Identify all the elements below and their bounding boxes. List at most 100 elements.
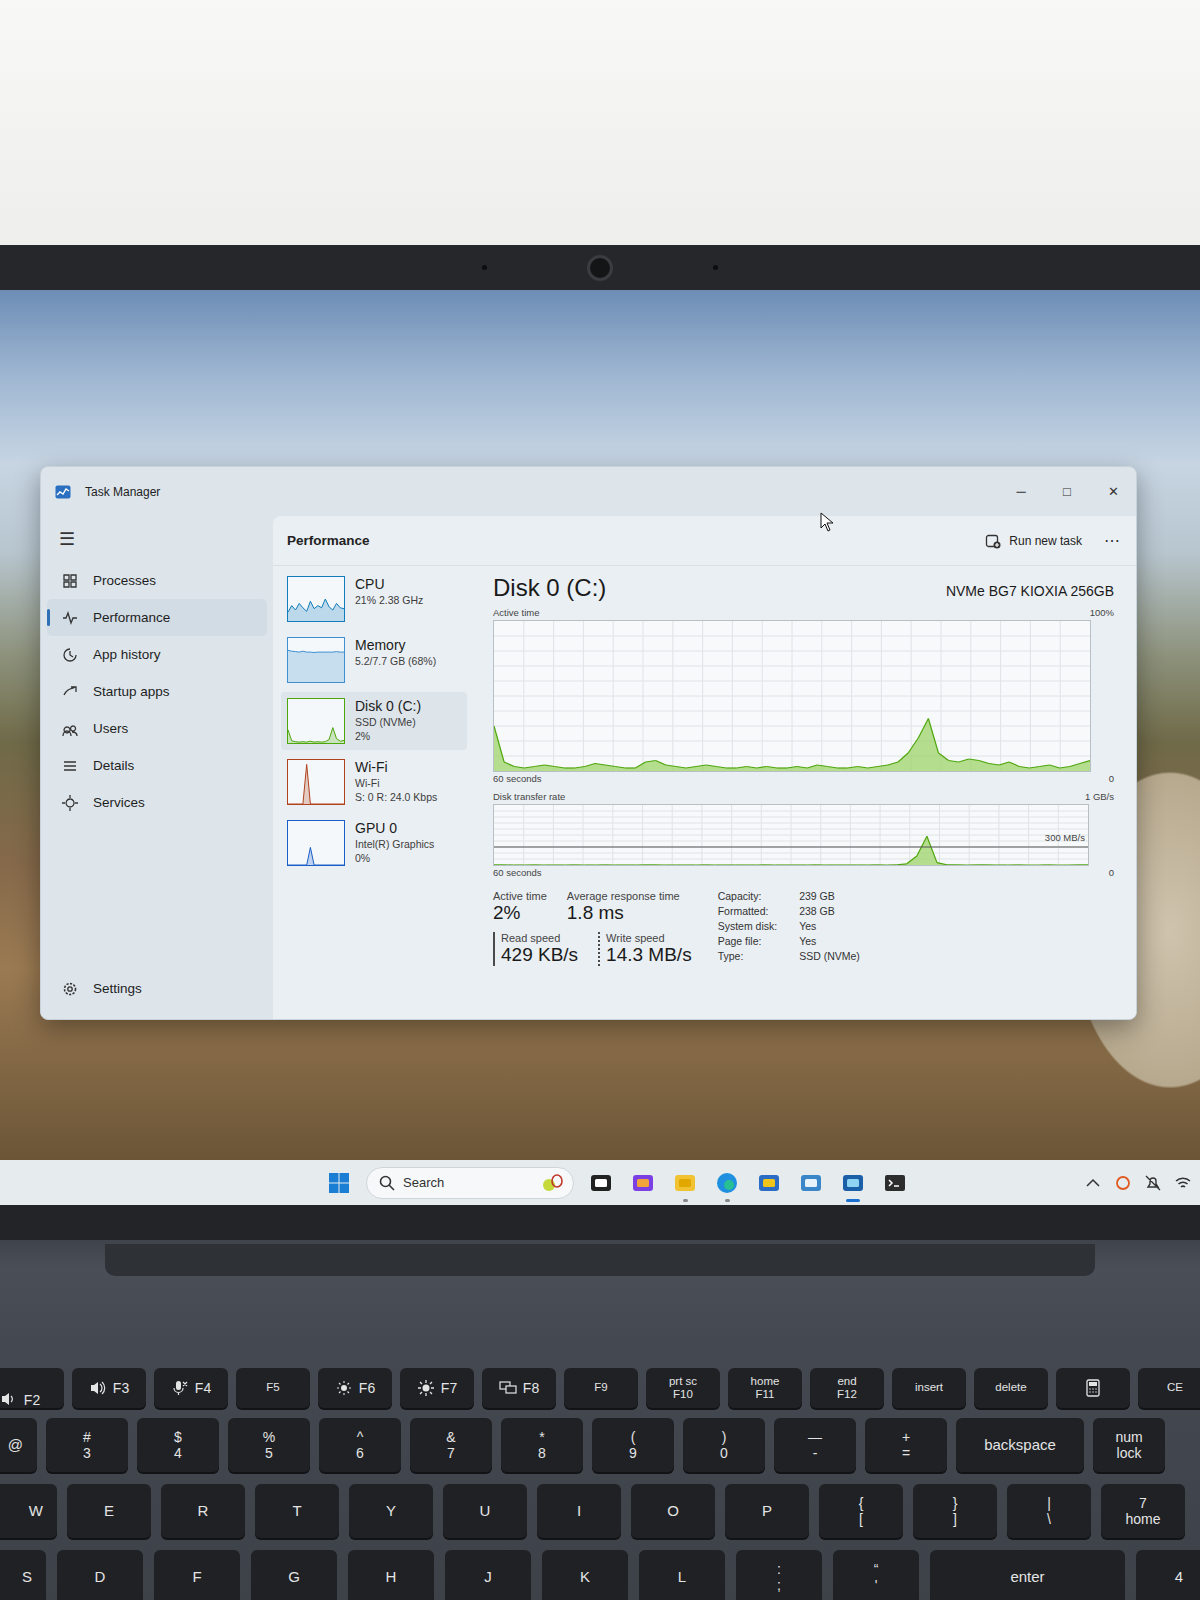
keyboard-key[interactable]: 4 [1136, 1550, 1200, 1600]
keyboard-key[interactable]: homeF11 [728, 1368, 802, 1408]
keyboard-key[interactable]: delete [974, 1368, 1048, 1408]
run-task-icon [985, 533, 1001, 549]
settings-button[interactable]: Settings [47, 970, 267, 1007]
maximize-button[interactable]: □ [1044, 478, 1090, 505]
keyboard-key[interactable]: U [443, 1484, 527, 1538]
keyboard-key[interactable]: Y [349, 1484, 433, 1538]
keyboard-key[interactable]: #3 [46, 1418, 128, 1472]
keyboard-key[interactable]: |\ [1007, 1484, 1091, 1538]
resource-item[interactable]: CPU21% 2.38 GHz [281, 570, 467, 628]
resource-text: Wi-FiWi-FiS: 0 R: 24.0 Kbps [355, 759, 437, 804]
keyboard-key[interactable]: I [537, 1484, 621, 1538]
taskbar-app[interactable] [880, 1168, 910, 1198]
sidebar-item[interactable]: Performance [47, 599, 267, 636]
keyboard-key[interactable]: J [445, 1550, 531, 1600]
more-button[interactable]: ⋯ [1104, 531, 1120, 550]
resource-item[interactable]: Wi-FiWi-FiS: 0 R: 24.0 Kbps [281, 753, 467, 811]
keyboard-key[interactable]: T [255, 1484, 339, 1538]
tray-item[interactable] [1144, 1174, 1162, 1192]
chart-segment [947, 864, 957, 865]
system-tray [1084, 1160, 1192, 1205]
key-bottom-label: F10 [673, 1388, 693, 1401]
taskbar-app[interactable] [796, 1168, 826, 1198]
minimize-button[interactable]: ─ [998, 478, 1044, 505]
key-top-label: end [837, 1375, 856, 1388]
taskbar-app[interactable] [838, 1168, 868, 1198]
property-label: Type: [718, 950, 778, 962]
keyboard-key[interactable]: prt scF10 [646, 1368, 720, 1408]
keyboard-key[interactable]: ^6 [319, 1418, 401, 1472]
keyboard-key[interactable]: F4 [154, 1368, 228, 1408]
run-new-task-button[interactable]: Run new task [985, 533, 1082, 549]
key-label: F4 [195, 1380, 211, 1396]
keyboard-key[interactable]: L [639, 1550, 725, 1600]
keyboard-key[interactable]: endF12 [810, 1368, 884, 1408]
start-button[interactable] [324, 1168, 354, 1198]
keyboard-key[interactable]: %5 [228, 1418, 310, 1472]
keyboard-key[interactable]: *8 [501, 1418, 583, 1472]
keyboard-key[interactable]: += [865, 1418, 947, 1472]
resource-item[interactable]: Memory5.2/7.7 GB (68%) [281, 631, 467, 689]
keyboard-key[interactable]: backspace [956, 1418, 1084, 1472]
keyboard-key[interactable]: S [0, 1550, 46, 1600]
keyboard-key[interactable]: F5 [236, 1368, 310, 1408]
tray-item[interactable] [1114, 1174, 1132, 1192]
keyboard-key[interactable]: —- [774, 1418, 856, 1472]
keyboard-key[interactable]: insert [892, 1368, 966, 1408]
keyboard-key[interactable]: E [67, 1484, 151, 1538]
keyboard-key[interactable]: $4 [137, 1418, 219, 1472]
search-box[interactable]: Search [366, 1167, 574, 1199]
resource-item[interactable]: GPU 0Intel(R) Graphics0% [281, 814, 467, 872]
keyboard-key[interactable]: R [161, 1484, 245, 1538]
keyboard-key[interactable]: :; [736, 1550, 822, 1600]
resource-item[interactable]: Disk 0 (C:)SSD (NVMe)2% [281, 692, 467, 750]
taskbar-app[interactable] [628, 1168, 658, 1198]
keyboard-key[interactable]: 7home [1101, 1484, 1185, 1538]
close-button[interactable]: ✕ [1090, 478, 1136, 505]
keyboard-key[interactable]: F2 [0, 1368, 64, 1408]
keyboard-key[interactable]: (9 [592, 1418, 674, 1472]
keyboard-key[interactable]: “' [833, 1550, 919, 1600]
keyboard-key[interactable]: F9 [564, 1368, 638, 1408]
keyboard-key[interactable]: F3 [72, 1368, 146, 1408]
chart-title: Active time [493, 606, 539, 620]
keyboard-key[interactable]: W [0, 1484, 57, 1538]
keyboard-key[interactable]: O [631, 1484, 715, 1538]
sidebar-item[interactable]: Processes [47, 562, 267, 599]
sidebar-item[interactable]: Services [47, 784, 267, 821]
keyboard-key[interactable]: F6 [318, 1368, 392, 1408]
keyboard-key[interactable]: CE [1138, 1368, 1200, 1408]
tray-item[interactable] [1174, 1174, 1192, 1192]
keyboard-key[interactable]: K [542, 1550, 628, 1600]
sidebar-item[interactable]: Users [47, 710, 267, 747]
taskbar-app[interactable] [670, 1168, 700, 1198]
keyboard-key[interactable]: )0 [683, 1418, 765, 1472]
keyboard-key[interactable]: {[ [819, 1484, 903, 1538]
keyboard-key[interactable] [1056, 1368, 1130, 1408]
keyboard-key[interactable]: numlock [1093, 1418, 1165, 1472]
key-label: J [484, 1568, 492, 1585]
keyboard-key[interactable]: enter [930, 1550, 1125, 1600]
taskbar-app[interactable] [586, 1168, 616, 1198]
sidebar-item[interactable]: Startup apps [47, 673, 267, 710]
sidebar-item[interactable]: Details [47, 747, 267, 784]
chart [493, 620, 1091, 772]
keyboard-key[interactable]: H [348, 1550, 434, 1600]
keyboard-key[interactable]: F [154, 1550, 240, 1600]
tray-item[interactable] [1084, 1174, 1102, 1192]
keyboard-key[interactable]: D [57, 1550, 143, 1600]
key-bottom-label: 0 [720, 1445, 728, 1461]
sidebar-item[interactable]: App history [47, 636, 267, 673]
keyboard-key[interactable]: }] [913, 1484, 997, 1538]
resource-thumbnail [287, 576, 345, 622]
keyboard-key[interactable]: &7 [410, 1418, 492, 1472]
keyboard-key[interactable]: P [725, 1484, 809, 1538]
taskbar-app[interactable] [754, 1168, 784, 1198]
property-label: System disk: [718, 920, 778, 932]
menu-button[interactable]: ☰ [47, 524, 267, 562]
keyboard-key[interactable]: F8 [482, 1368, 556, 1408]
keyboard-key[interactable]: @ [0, 1418, 37, 1472]
taskbar-app[interactable] [712, 1168, 742, 1198]
keyboard-key[interactable]: F7 [400, 1368, 474, 1408]
keyboard-key[interactable]: G [251, 1550, 337, 1600]
